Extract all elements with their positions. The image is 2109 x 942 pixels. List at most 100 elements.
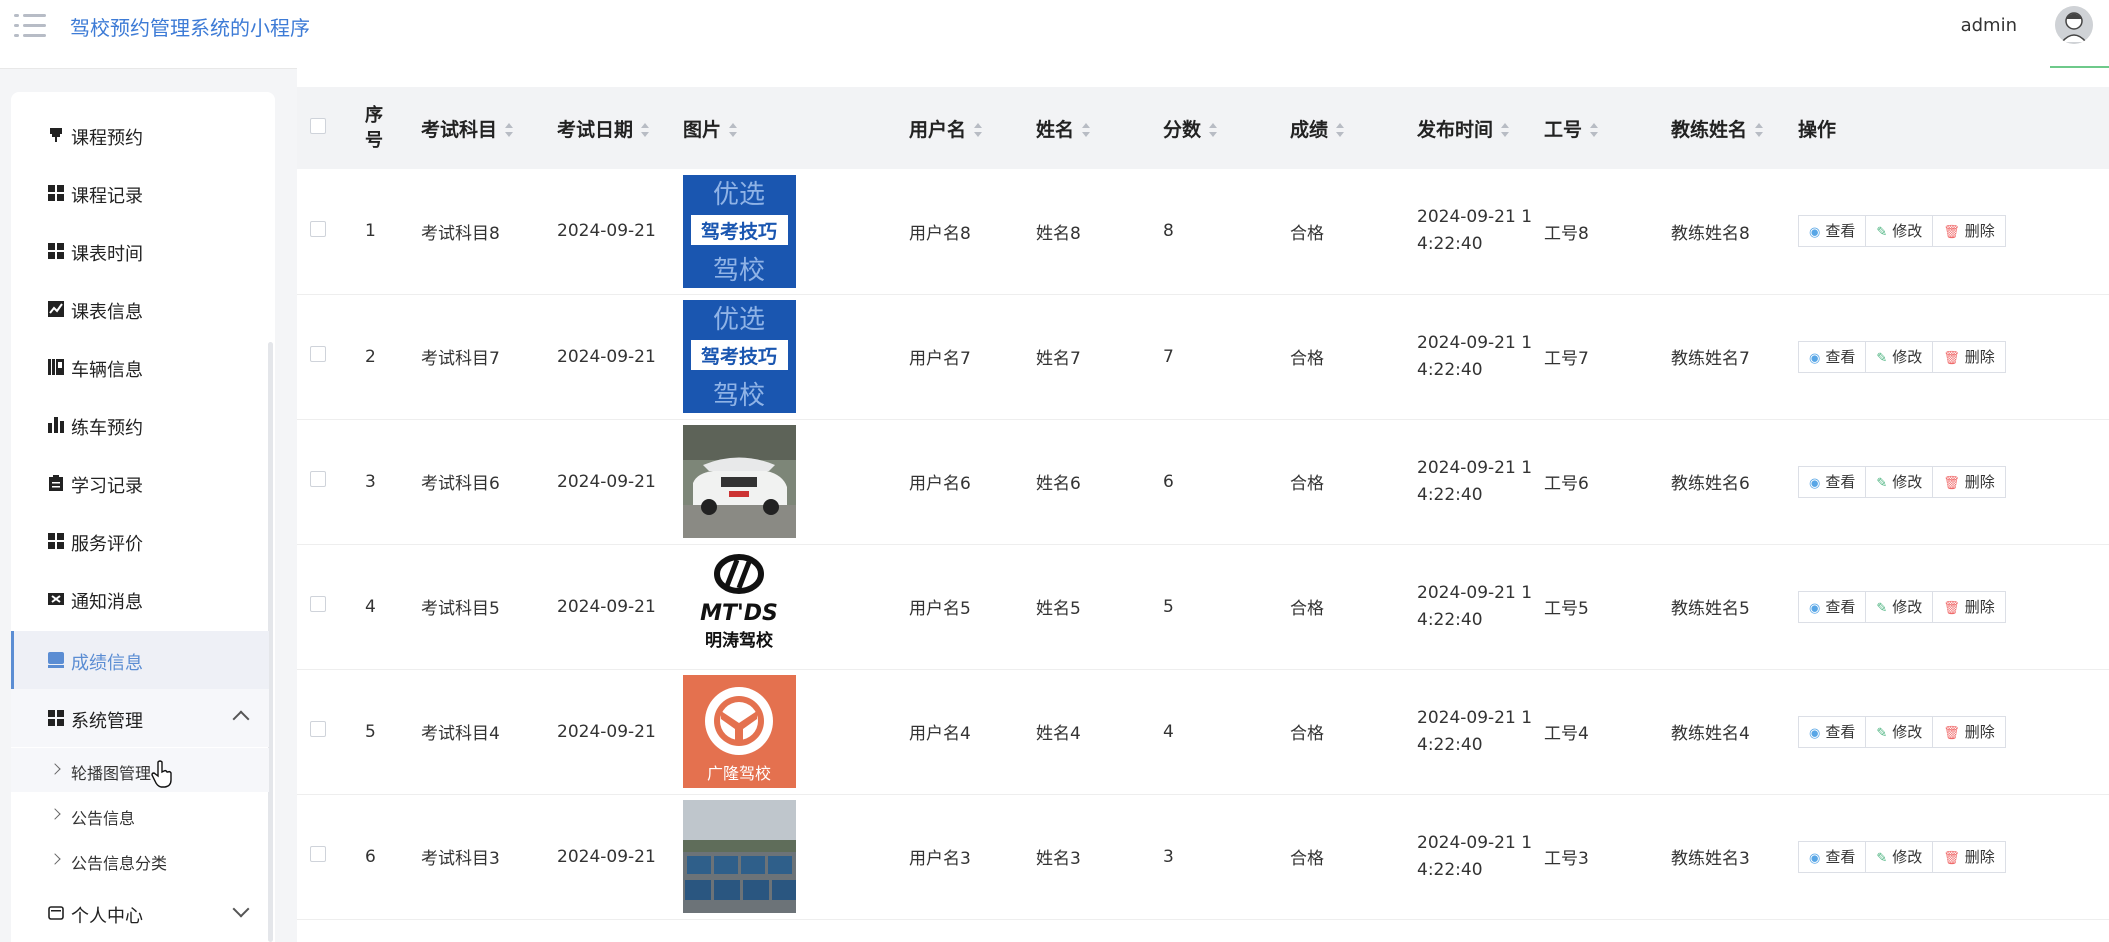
chart-line-icon	[48, 301, 64, 317]
sort-icon[interactable]	[974, 123, 983, 137]
row-checkbox[interactable]	[310, 721, 326, 737]
edit-button[interactable]: ✎ 修改	[1865, 840, 1934, 873]
row-checkbox[interactable]	[310, 471, 326, 487]
chevron-down-icon	[232, 900, 250, 918]
thumbnail-image[interactable]: 优选 驾考技巧 驾校	[683, 300, 909, 413]
cell-job-no: 工号5	[1544, 544, 1671, 670]
cell-score: 7	[1163, 294, 1290, 420]
cell-date: 2024-09-21	[557, 294, 683, 420]
select-all-checkbox[interactable]	[310, 118, 326, 134]
row-checkbox[interactable]	[310, 846, 326, 862]
sidebar-item-label: 服务评价	[71, 534, 143, 555]
col-header-image[interactable]: 图片	[683, 87, 909, 169]
sidebar-item-practice-booking[interactable]: 练车预约	[11, 399, 269, 453]
cell-image[interactable]	[683, 419, 909, 545]
trash-icon: 🗑	[1943, 225, 1960, 241]
view-button[interactable]: ◉ 查看	[1798, 340, 1867, 373]
sort-icon[interactable]	[1755, 123, 1764, 137]
sidebar-item-study-records[interactable]: 学习记录	[11, 457, 269, 511]
delete-button[interactable]: 🗑 删除	[1932, 840, 2006, 873]
edit-button[interactable]: ✎ 修改	[1865, 340, 1934, 373]
edit-icon: ✎	[1876, 725, 1888, 741]
edit-button[interactable]: ✎ 修改	[1865, 215, 1934, 248]
col-header-score[interactable]: 分数	[1163, 87, 1290, 169]
user-name[interactable]: admin	[1961, 15, 2017, 36]
delete-button[interactable]: 🗑 删除	[1932, 215, 2006, 248]
view-button[interactable]: ◉ 查看	[1798, 715, 1867, 748]
cell-image[interactable]	[683, 794, 909, 920]
row-checkbox[interactable]	[310, 596, 326, 612]
sidebar-item-service-review[interactable]: 服务评价	[11, 515, 269, 569]
view-button[interactable]: ◉ 查看	[1798, 840, 1867, 873]
sidebar-item-label: 练车预约	[71, 418, 143, 439]
col-header-coach[interactable]: 教练姓名	[1671, 87, 1798, 169]
col-header-job-no[interactable]: 工号	[1544, 87, 1671, 169]
delete-button[interactable]: 🗑 删除	[1932, 465, 2006, 498]
menu-toggle-icon[interactable]	[14, 14, 46, 38]
thumbnail-image[interactable]: 优选 驾考技巧 驾校	[683, 174, 909, 288]
col-header-publish-time[interactable]: 发布时间	[1417, 87, 1544, 169]
col-header-date[interactable]: 考试日期	[557, 87, 683, 169]
sidebar-item-schedule-time[interactable]: 课表时间	[11, 225, 269, 279]
cell-actions: ◉ 查看 ✎ 修改 🗑 删除	[1798, 169, 2109, 295]
sort-icon[interactable]	[1590, 123, 1599, 137]
grid-icon	[48, 533, 64, 549]
sidebar-item-score-info[interactable]: 成绩信息	[11, 631, 269, 689]
cell-actions: ◉ 查看 ✎ 修改 🗑 删除	[1798, 794, 2109, 920]
sidebar-subitem-announcement-categories[interactable]: 公告信息分类	[11, 838, 269, 882]
sort-icon[interactable]	[729, 123, 738, 137]
orange-cn-text: 广隆驾校	[707, 764, 771, 783]
sidebar-item-vehicle-info[interactable]: 车辆信息	[11, 341, 269, 395]
sort-icon[interactable]	[505, 123, 514, 137]
sort-icon[interactable]	[1336, 123, 1345, 137]
bar-chart-icon	[48, 417, 64, 433]
sidebar-item-course-records[interactable]: 课程记录	[11, 167, 269, 221]
delete-button[interactable]: 🗑 删除	[1932, 715, 2006, 748]
delete-button[interactable]: 🗑 删除	[1932, 590, 2006, 623]
thumbnail-image[interactable]: 广隆驾校	[683, 675, 909, 788]
thumbnail-image[interactable]: MT'DS 明涛驾校	[683, 550, 909, 663]
edit-button[interactable]: ✎ 修改	[1865, 715, 1934, 748]
sidebar-item-notifications[interactable]: 通知消息	[11, 573, 269, 627]
sort-icon[interactable]	[1501, 123, 1510, 137]
sort-icon[interactable]	[1209, 123, 1218, 137]
cell-name: 姓名6	[1036, 419, 1163, 545]
col-header-name[interactable]: 姓名	[1036, 87, 1163, 169]
avatar[interactable]	[2055, 6, 2093, 44]
sidebar-subitem-label: 公告信息分类	[71, 854, 168, 873]
cell-image[interactable]: MT'DS 明涛驾校	[683, 544, 909, 670]
col-header-result[interactable]: 成绩	[1290, 87, 1417, 169]
row-checkbox[interactable]	[310, 220, 326, 237]
sort-icon[interactable]	[641, 123, 650, 137]
col-header-subject[interactable]: 考试科目	[421, 87, 557, 169]
view-button[interactable]: ◉ 查看	[1798, 215, 1867, 248]
view-button[interactable]: ◉ 查看	[1798, 590, 1867, 623]
col-header-username[interactable]: 用户名	[909, 87, 1036, 169]
edit-button[interactable]: ✎ 修改	[1865, 465, 1934, 498]
mtds-latin-text: MT'DS	[700, 601, 778, 626]
table-body: 1 考试科目8 2024-09-21 优选 驾考技巧 驾校 用户名8 姓名8 8…	[297, 169, 2109, 920]
view-button[interactable]: ◉ 查看	[1798, 465, 1867, 498]
sidebar-item-personal-center[interactable]: 个人中心	[11, 887, 269, 941]
sidebar-subitem-label: 公告信息	[71, 809, 136, 828]
sidebar-item-system-management[interactable]: 系统管理	[11, 689, 269, 747]
cell-subject: 考试科目7	[421, 294, 557, 420]
sort-icon[interactable]	[1082, 123, 1091, 137]
sidebar-subitem-announcements[interactable]: 公告信息	[11, 793, 269, 837]
sidebar-subitem-carousel[interactable]: 轮播图管理	[11, 748, 269, 792]
poster-top-text: 优选	[713, 305, 765, 335]
row-checkbox[interactable]	[310, 346, 326, 362]
delete-button[interactable]: 🗑 删除	[1932, 340, 2006, 373]
thumbnail-image[interactable]	[683, 425, 909, 538]
cell-image[interactable]: 优选 驾考技巧 驾校	[683, 169, 909, 295]
cell-image[interactable]: 广隆驾校	[683, 669, 909, 795]
thumbnail-image[interactable]	[683, 800, 909, 913]
edit-button[interactable]: ✎ 修改	[1865, 590, 1934, 623]
swap-icon	[48, 593, 64, 605]
sidebar-item-schedule-info[interactable]: 课表信息	[11, 283, 269, 337]
cell-no: 5	[365, 669, 421, 795]
sidebar-item-course-booking[interactable]: 课程预约	[11, 109, 269, 163]
poster-banner-text: 驾考技巧	[701, 220, 777, 243]
cell-image[interactable]: 优选 驾考技巧 驾校	[683, 294, 909, 420]
cell-username: 用户名8	[909, 169, 1036, 295]
